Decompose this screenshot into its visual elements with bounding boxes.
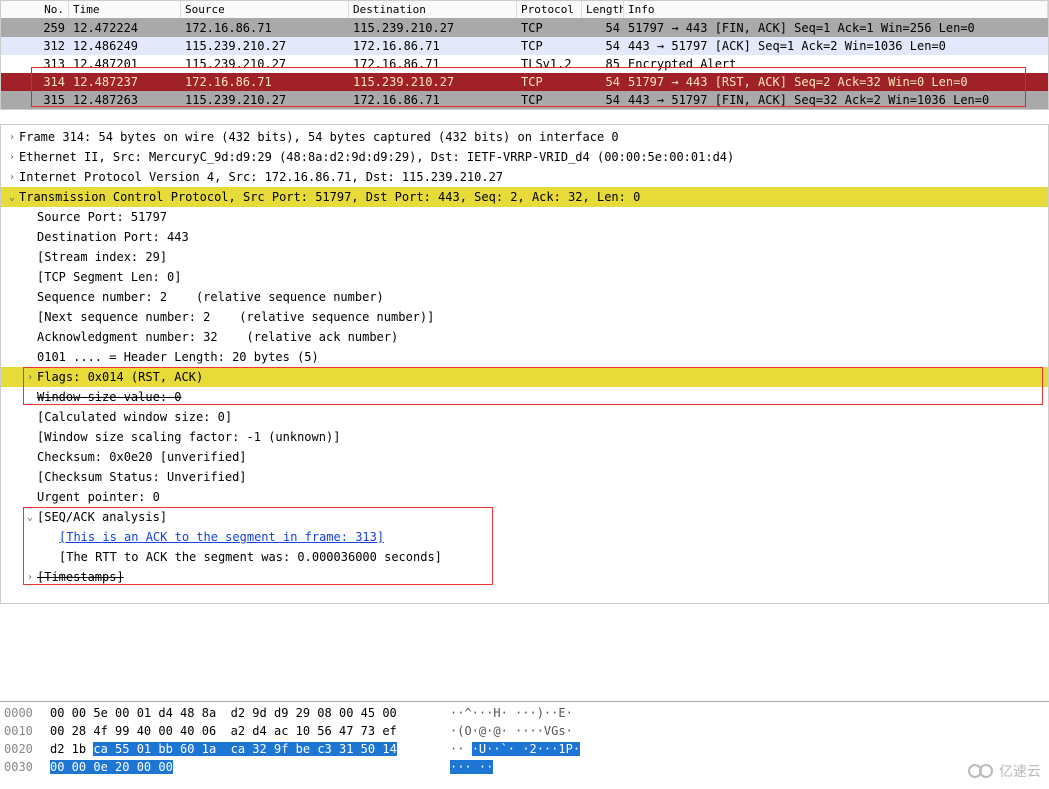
tree-ckstat[interactable]: [Checksum Status: Unverified]: [1, 467, 1048, 487]
packet-row[interactable]: 31312.487201115.239.210.27172.16.86.71TL…: [1, 55, 1048, 73]
tree-tcp[interactable]: ⌄Transmission Control Protocol, Src Port…: [1, 187, 1048, 207]
tree-ip[interactable]: ›Internet Protocol Version 4, Src: 172.1…: [1, 167, 1048, 187]
cell-src: 115.239.210.27: [181, 92, 349, 108]
cell-time: 12.487237: [69, 74, 181, 90]
col-no[interactable]: No.: [1, 1, 69, 18]
tree-nseq[interactable]: [Next sequence number: 2 (relative seque…: [1, 307, 1048, 327]
hex-bytes[interactable]: 00 00 5e 00 01 d4 48 8a d2 9d d9 29 08 0…: [50, 706, 450, 724]
packet-row[interactable]: 25912.472224172.16.86.71115.239.210.27TC…: [1, 19, 1048, 37]
tree-stream[interactable]: [Stream index: 29]: [1, 247, 1048, 267]
hex-ascii: ·(O·@·@· ····VGs·: [450, 724, 630, 742]
tree-flags[interactable]: ›Flags: 0x014 (RST, ACK): [1, 367, 1048, 387]
tree-dstport[interactable]: Destination Port: 443: [1, 227, 1048, 247]
cell-time: 12.487201: [69, 56, 181, 72]
cell-len: 54: [582, 20, 624, 36]
col-len[interactable]: Length: [582, 1, 624, 18]
cell-len: 85: [582, 56, 624, 72]
tree-cksum[interactable]: Checksum: 0x0e20 [unverified]: [1, 447, 1048, 467]
cell-info: 51797 → 443 [RST, ACK] Seq=2 Ack=32 Win=…: [624, 74, 1048, 90]
hex-row[interactable]: 0030 00 00 0e 20 00 00 ··· ··: [4, 760, 1045, 778]
col-src[interactable]: Source: [181, 1, 349, 18]
hex-selected[interactable]: ca 55 01 bb 60 1a ca 32 9f be c3 31 50 1…: [93, 742, 396, 756]
cell-proto: TCP: [517, 74, 582, 90]
hex-bytes[interactable]: d2 1b ca 55 01 bb 60 1a ca 32 9f be c3 3…: [50, 742, 450, 760]
cell-dst: 115.239.210.27: [349, 74, 517, 90]
hex-offset: 0030: [4, 760, 50, 778]
cell-time: 12.472224: [69, 20, 181, 36]
hex-selected[interactable]: 00 00 0e 20 00 00: [50, 760, 173, 774]
tree-frame[interactable]: ›Frame 314: 54 bytes on wire (432 bits),…: [1, 127, 1048, 147]
tree-scale[interactable]: [Window size scaling factor: -1 (unknown…: [1, 427, 1048, 447]
packet-row[interactable]: 31212.486249115.239.210.27172.16.86.71TC…: [1, 37, 1048, 55]
hex-ascii: ··^···H· ···)··E·: [450, 706, 630, 724]
col-info[interactable]: Info: [624, 1, 1048, 18]
hex-pane[interactable]: 0000 00 00 5e 00 01 d4 48 8a d2 9d d9 29…: [0, 701, 1049, 789]
cell-info: 443 → 51797 [ACK] Seq=1 Ack=2 Win=1036 L…: [624, 38, 1048, 54]
packet-list[interactable]: No. Time Source Destination Protocol Len…: [0, 0, 1049, 110]
tree-hlen[interactable]: 0101 .... = Header Length: 20 bytes (5): [1, 347, 1048, 367]
packet-list-header: No. Time Source Destination Protocol Len…: [1, 1, 1048, 19]
cell-info: 443 → 51797 [FIN, ACK] Seq=32 Ack=2 Win=…: [624, 92, 1048, 108]
cell-proto: TCP: [517, 20, 582, 36]
packet-row[interactable]: 31412.487237172.16.86.71115.239.210.27TC…: [1, 73, 1048, 91]
watermark: 亿速云: [968, 761, 1041, 781]
hex-ascii: ·· ·U··`· ·2···1P·: [450, 742, 630, 760]
cell-time: 12.487263: [69, 92, 181, 108]
tree-srcport[interactable]: Source Port: 51797: [1, 207, 1048, 227]
hex-offset: 0010: [4, 724, 50, 742]
packet-details[interactable]: ›Frame 314: 54 bytes on wire (432 bits),…: [0, 124, 1049, 604]
cell-dst: 172.16.86.71: [349, 56, 517, 72]
cell-dst: 115.239.210.27: [349, 20, 517, 36]
packet-row[interactable]: 31512.487263115.239.210.27172.16.86.71TC…: [1, 91, 1048, 109]
tree-urg[interactable]: Urgent pointer: 0: [1, 487, 1048, 507]
tree-rtt[interactable]: [The RTT to ACK the segment was: 0.00003…: [1, 547, 1048, 567]
cell-time: 12.486249: [69, 38, 181, 54]
cell-len: 54: [582, 74, 624, 90]
tree-eth[interactable]: ›Ethernet II, Src: MercuryC_9d:d9:29 (48…: [1, 147, 1048, 167]
tree-ack[interactable]: Acknowledgment number: 32 (relative ack …: [1, 327, 1048, 347]
hex-row[interactable]: 0000 00 00 5e 00 01 d4 48 8a d2 9d d9 29…: [4, 706, 1045, 724]
cell-proto: TCP: [517, 92, 582, 108]
cell-proto: TLSv1.2: [517, 56, 582, 72]
cell-len: 54: [582, 38, 624, 54]
cell-no: 314: [1, 74, 69, 90]
hex-offset: 0000: [4, 706, 50, 724]
hex-row[interactable]: 0010 00 28 4f 99 40 00 40 06 a2 d4 ac 10…: [4, 724, 1045, 742]
cell-info: Encrypted Alert: [624, 56, 1048, 72]
hex-bytes[interactable]: 00 28 4f 99 40 00 40 06 a2 d4 ac 10 56 4…: [50, 724, 450, 742]
tree-ackto[interactable]: [This is an ACK to the segment in frame:…: [1, 527, 1048, 547]
col-time[interactable]: Time: [69, 1, 181, 18]
tree-seglen[interactable]: [TCP Segment Len: 0]: [1, 267, 1048, 287]
cell-len: 54: [582, 92, 624, 108]
cell-proto: TCP: [517, 38, 582, 54]
cell-src: 115.239.210.27: [181, 38, 349, 54]
cell-no: 313: [1, 56, 69, 72]
col-dst[interactable]: Destination: [349, 1, 517, 18]
cell-src: 115.239.210.27: [181, 56, 349, 72]
cell-no: 315: [1, 92, 69, 108]
hex-bytes[interactable]: 00 00 0e 20 00 00: [50, 760, 450, 778]
cell-dst: 172.16.86.71: [349, 92, 517, 108]
cell-no: 312: [1, 38, 69, 54]
tree-calcwin[interactable]: [Calculated window size: 0]: [1, 407, 1048, 427]
cell-src: 172.16.86.71: [181, 20, 349, 36]
tree-seq[interactable]: Sequence number: 2 (relative sequence nu…: [1, 287, 1048, 307]
cell-src: 172.16.86.71: [181, 74, 349, 90]
cell-dst: 172.16.86.71: [349, 38, 517, 54]
hex-ascii: ··· ··: [450, 760, 630, 778]
hex-row[interactable]: 0020 d2 1b ca 55 01 bb 60 1a ca 32 9f be…: [4, 742, 1045, 760]
cell-no: 259: [1, 20, 69, 36]
tree-seqack[interactable]: ⌄[SEQ/ACK analysis]: [1, 507, 1048, 527]
hex-offset: 0020: [4, 742, 50, 760]
col-proto[interactable]: Protocol: [517, 1, 582, 18]
tree-win[interactable]: Window size value: 0: [1, 387, 1048, 407]
cell-info: 51797 → 443 [FIN, ACK] Seq=1 Ack=1 Win=2…: [624, 20, 1048, 36]
tree-ts[interactable]: ›[Timestamps]: [1, 567, 1048, 587]
